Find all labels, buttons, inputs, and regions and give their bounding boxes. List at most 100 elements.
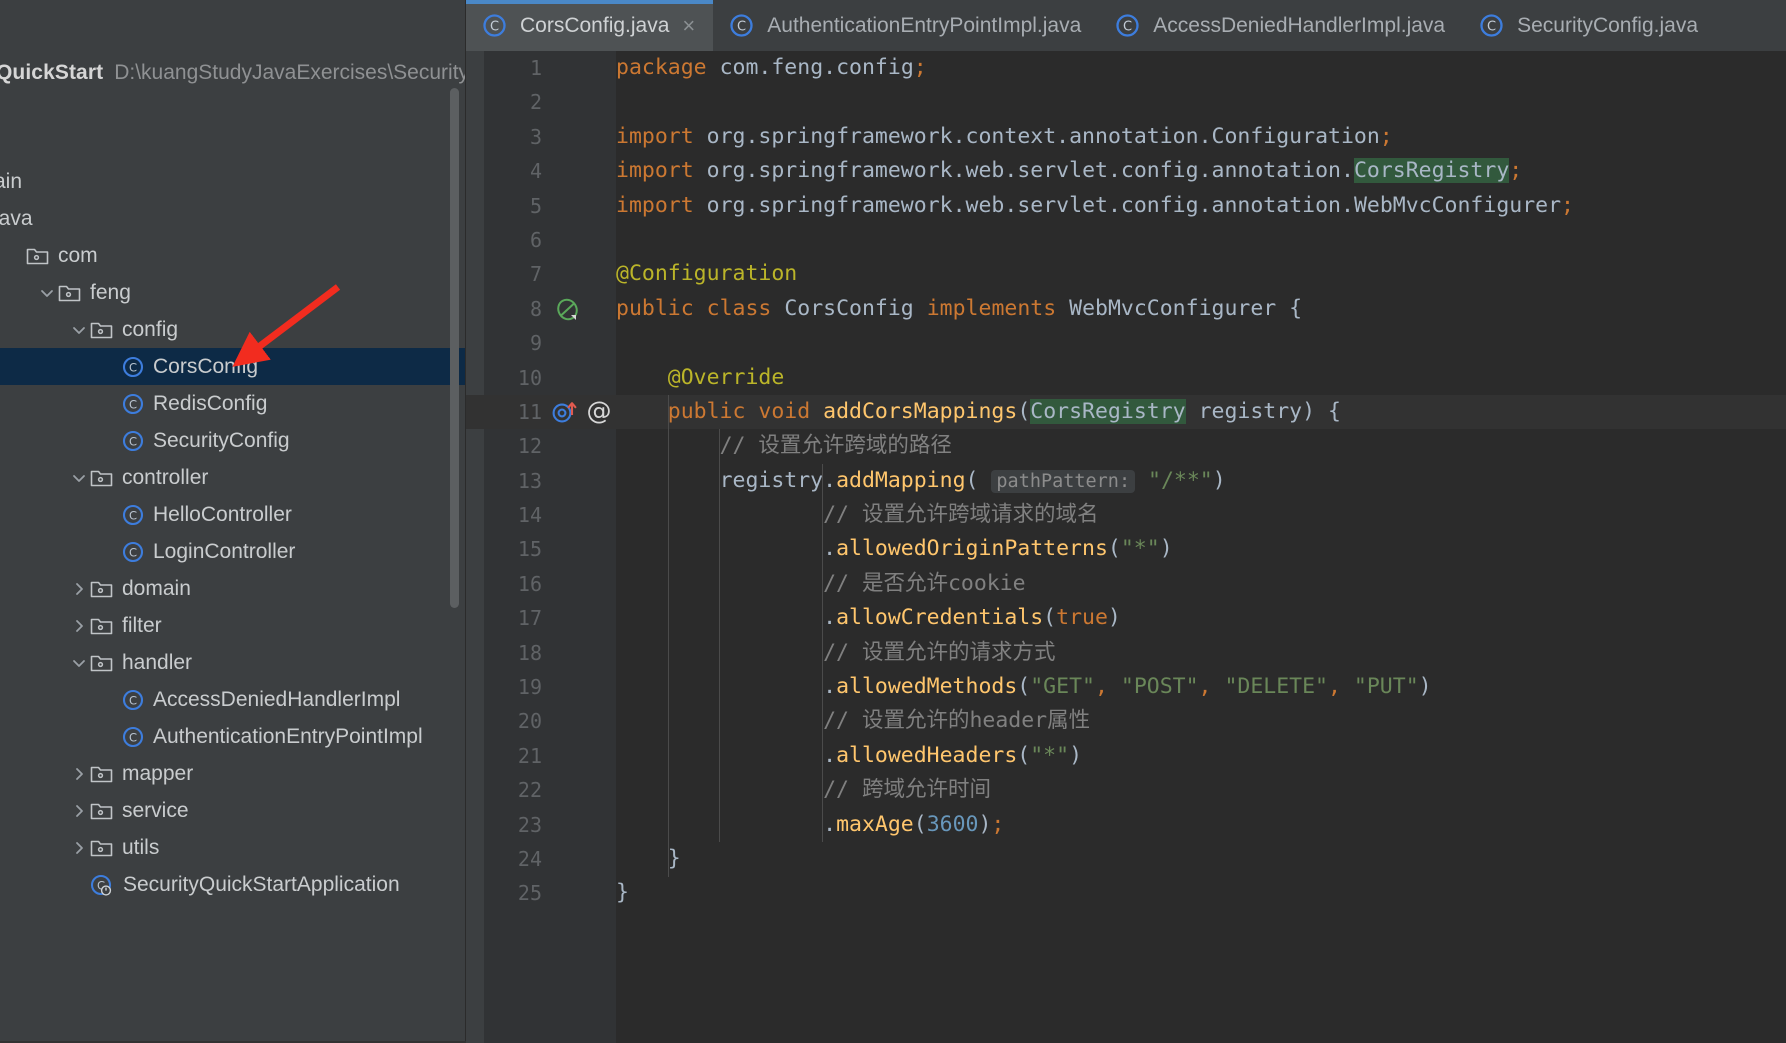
chevron-right-icon[interactable] xyxy=(68,840,90,856)
code-text: .allowedHeaders("*") xyxy=(616,742,1083,768)
tree-item-label: AccessDeniedHandlerImpl xyxy=(153,688,401,711)
line-number: 17 xyxy=(517,606,542,631)
code-line-19[interactable]: 19 .allowedMethods("GET", "POST", "DELET… xyxy=(466,670,1786,704)
code-line-4[interactable]: 4 import org.springframework.web.servlet.… xyxy=(466,154,1786,188)
tree-item-java[interactable]: java xyxy=(0,200,466,237)
code-line-11[interactable]: 11 public void addCorsMappings(CorsRegis… xyxy=(466,394,1786,430)
code-line-7[interactable]: 7 @Configuration xyxy=(466,257,1786,291)
editor-tab-accessdeniedhandlerimpl-java[interactable]: C AccessDeniedHandlerImpl.java xyxy=(1099,0,1463,51)
line-number: 22 xyxy=(517,778,542,803)
code-line-10[interactable]: 10 @Override xyxy=(466,361,1786,395)
code-line-13[interactable]: 13 registry.addMapping( pathPattern: "/*… xyxy=(466,464,1786,498)
tree-item-utils[interactable]: utils xyxy=(0,829,466,866)
code-line-9[interactable]: 9 xyxy=(466,326,1786,360)
sidebar-scrollbar[interactable] xyxy=(450,88,459,608)
code-line-15[interactable]: 15 .allowedOriginPatterns("*") xyxy=(466,532,1786,566)
code-text: // 设置允许跨域请求的域名 xyxy=(823,502,1099,528)
tree-item-feng[interactable]: feng xyxy=(0,274,466,311)
implementing-method-icon[interactable] xyxy=(550,399,586,426)
tree-item-com[interactable]: com xyxy=(0,237,466,274)
project-header[interactable]: QuickStart D:\kuangStudyJavaExercises\Se… xyxy=(0,56,466,90)
code-text: .maxAge(3600); xyxy=(616,811,1005,837)
code-line-14[interactable]: 14 // 设置允许跨域请求的域名 xyxy=(466,498,1786,532)
close-icon[interactable]: × xyxy=(682,14,695,37)
editor-area: C CorsConfig.java × C AuthenticationEntryPoi… xyxy=(466,0,1786,1043)
tree-item-logincontroller[interactable]: C LoginController xyxy=(0,533,466,570)
code-editor[interactable]: 1 package com.feng.config; 2 3 import org.sp… xyxy=(466,51,1786,1043)
code-line-17[interactable]: 17 .allowCredentials(true) xyxy=(466,601,1786,635)
tree-item-securityquickstartapplication[interactable]: C SecurityQuickStartApplication xyxy=(0,866,466,903)
code-line-16[interactable]: 16 // 是否允许cookie xyxy=(466,567,1786,601)
chevron-down-icon[interactable] xyxy=(68,470,90,486)
tree-item-corsconfig[interactable]: C CorsConfig xyxy=(0,348,466,385)
tree-item-service[interactable]: service xyxy=(0,792,466,829)
tree-item-label: SecurityConfig xyxy=(153,429,290,452)
java-class-icon: C xyxy=(122,356,144,378)
folder-icon xyxy=(90,838,113,857)
project-tree[interactable]: ain java com feng config C CorsConfig C RedisCon… xyxy=(0,163,466,903)
editor-tab-corsconfig-java[interactable]: C CorsConfig.java × xyxy=(466,0,714,51)
code-line-8[interactable]: 8 public class CorsConfig implements WebM… xyxy=(466,292,1786,326)
tree-item-redisconfig[interactable]: C RedisConfig xyxy=(0,385,466,422)
tree-item-config[interactable]: config xyxy=(0,311,466,348)
chevron-right-icon[interactable] xyxy=(68,803,90,819)
chevron-right-icon[interactable] xyxy=(68,581,90,597)
code-line-6[interactable]: 6 xyxy=(466,223,1786,257)
svg-text:C: C xyxy=(1123,19,1132,34)
editor-tab-securityconfig-java[interactable]: C SecurityConfig.java xyxy=(1463,0,1716,51)
tree-item-handler[interactable]: handler xyxy=(0,644,466,681)
code-line-1[interactable]: 1 package com.feng.config; xyxy=(466,51,1786,85)
editor-tab-authenticationentrypointimpl-java[interactable]: C AuthenticationEntryPointImpl.java xyxy=(713,0,1099,51)
java-class-icon: C xyxy=(729,13,754,38)
chevron-down-icon[interactable] xyxy=(36,285,58,301)
chevron-right-icon[interactable] xyxy=(68,766,90,782)
folder-icon xyxy=(90,653,113,672)
tree-item-label: ain xyxy=(0,170,23,193)
code-text: package com.feng.config; xyxy=(616,55,927,80)
tab-label: CorsConfig.java xyxy=(520,13,670,37)
line-number: 8 xyxy=(529,296,542,321)
tree-item-securityconfig[interactable]: C SecurityConfig xyxy=(0,422,466,459)
chevron-down-icon[interactable] xyxy=(68,655,90,671)
code-line-22[interactable]: 22 // 跨域允许时间 xyxy=(466,773,1786,807)
tree-item-filter[interactable]: filter xyxy=(0,607,466,644)
code-lines[interactable]: 1 package com.feng.config; 2 3 import org.sp… xyxy=(466,51,1786,911)
code-text: .allowCredentials(true) xyxy=(616,605,1121,631)
chevron-down-icon[interactable] xyxy=(68,322,90,338)
tree-item-authenticationentrypointimpl[interactable]: C AuthenticationEntryPointImpl xyxy=(0,718,466,755)
code-line-20[interactable]: 20 // 设置允许的header属性 xyxy=(466,704,1786,738)
svg-text:C: C xyxy=(1487,19,1496,34)
svg-text:@: @ xyxy=(587,397,612,425)
project-tool-window[interactable]: QuickStart D:\kuangStudyJavaExercises\Se… xyxy=(0,0,466,1043)
tree-item-controller[interactable]: controller xyxy=(0,459,466,496)
svg-text:C: C xyxy=(737,19,746,34)
code-text: .allowedOriginPatterns("*") xyxy=(616,536,1173,562)
chevron-right-icon[interactable] xyxy=(68,618,90,634)
code-line-12[interactable]: 12 // 设置允许跨域的路径 xyxy=(466,429,1786,463)
tree-item-label: mapper xyxy=(122,762,194,785)
code-line-25[interactable]: 25} xyxy=(466,876,1786,910)
java-class-icon: C xyxy=(1115,13,1140,38)
code-line-2[interactable]: 2 xyxy=(466,85,1786,119)
code-line-24[interactable]: 24 } xyxy=(466,842,1786,876)
code-line-3[interactable]: 3 import org.springframework.context.anno… xyxy=(466,120,1786,154)
line-number: 1 xyxy=(529,56,542,80)
tree-item-accessdeniedhandlerimpl[interactable]: C AccessDeniedHandlerImpl xyxy=(0,681,466,718)
project-path: D:\kuangStudyJavaExercises\SecurityQ xyxy=(114,61,466,84)
code-line-18[interactable]: 18 // 设置允许的请求方式 xyxy=(466,636,1786,670)
folder-icon xyxy=(58,283,81,302)
tree-item-hellocontroller[interactable]: C HelloController xyxy=(0,496,466,533)
code-text: public void addCorsMappings(CorsRegistry… xyxy=(667,398,1341,424)
tree-item-domain[interactable]: domain xyxy=(0,570,466,607)
line-number: 14 xyxy=(517,503,542,528)
code-line-21[interactable]: 21 .allowedHeaders("*") xyxy=(466,739,1786,773)
spring-bean-icon[interactable] xyxy=(554,296,581,323)
tree-item-ain[interactable]: ain xyxy=(0,163,466,200)
annotation-at-icon[interactable]: @ xyxy=(584,397,614,427)
editor-tab-bar[interactable]: C CorsConfig.java × C AuthenticationEntryPoi… xyxy=(466,0,1786,51)
code-line-5[interactable]: 5 import org.springframework.web.servlet.… xyxy=(466,189,1786,223)
code-line-23[interactable]: 23 .maxAge(3600); xyxy=(466,808,1786,842)
tab-label: SecurityConfig.java xyxy=(1517,13,1699,37)
tree-item-mapper[interactable]: mapper xyxy=(0,755,466,792)
folder-icon xyxy=(90,801,113,820)
